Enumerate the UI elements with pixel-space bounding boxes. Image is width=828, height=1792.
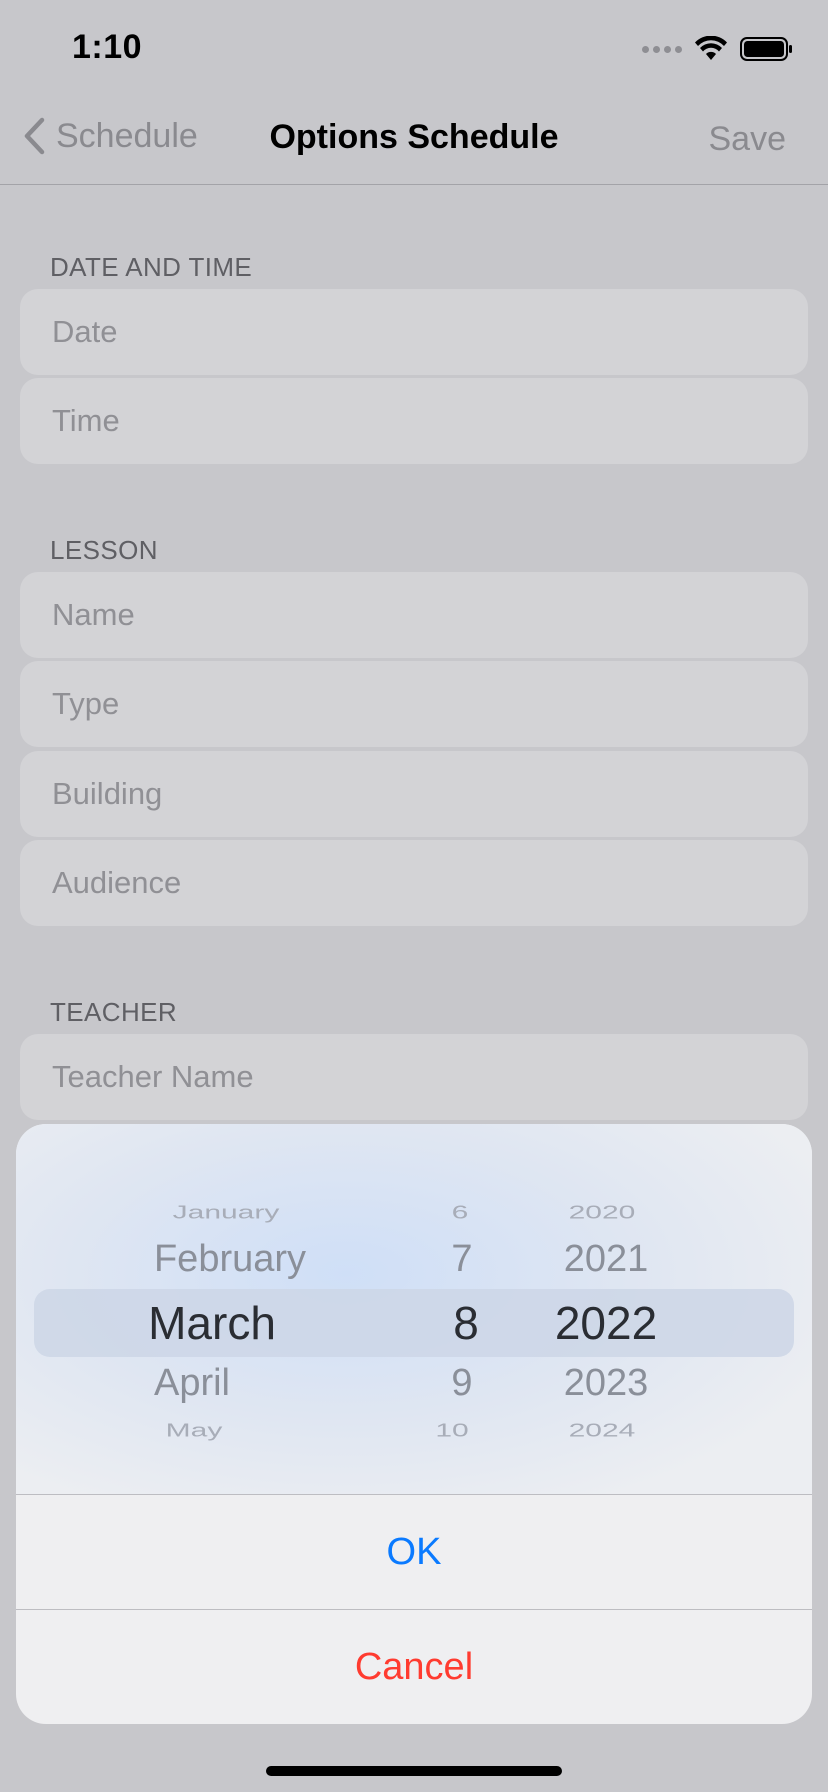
year-option[interactable]: 2023: [564, 1362, 649, 1405]
year-option[interactable]: 2021: [564, 1238, 649, 1281]
month-option-selected[interactable]: March: [148, 1296, 276, 1350]
year-option[interactable]: 2020: [569, 1203, 636, 1223]
date-picker[interactable]: January February March April May 6 7 8 9…: [16, 1124, 812, 1494]
year-option[interactable]: 2024: [569, 1421, 636, 1441]
day-option[interactable]: 9: [451, 1362, 472, 1405]
day-option-selected[interactable]: 8: [453, 1296, 479, 1350]
month-option[interactable]: May: [166, 1421, 223, 1441]
month-option[interactable]: April: [154, 1362, 230, 1405]
home-indicator: [266, 1766, 562, 1776]
year-option-selected[interactable]: 2022: [555, 1296, 657, 1350]
day-option[interactable]: 6: [452, 1203, 469, 1223]
cancel-button[interactable]: Cancel: [16, 1610, 812, 1724]
day-option[interactable]: 7: [451, 1238, 472, 1281]
date-picker-dialog: January February March April May 6 7 8 9…: [16, 1124, 812, 1724]
day-option[interactable]: 10: [435, 1421, 468, 1441]
month-option[interactable]: January: [173, 1203, 280, 1223]
ok-button[interactable]: OK: [16, 1495, 812, 1609]
month-option[interactable]: February: [154, 1238, 306, 1281]
